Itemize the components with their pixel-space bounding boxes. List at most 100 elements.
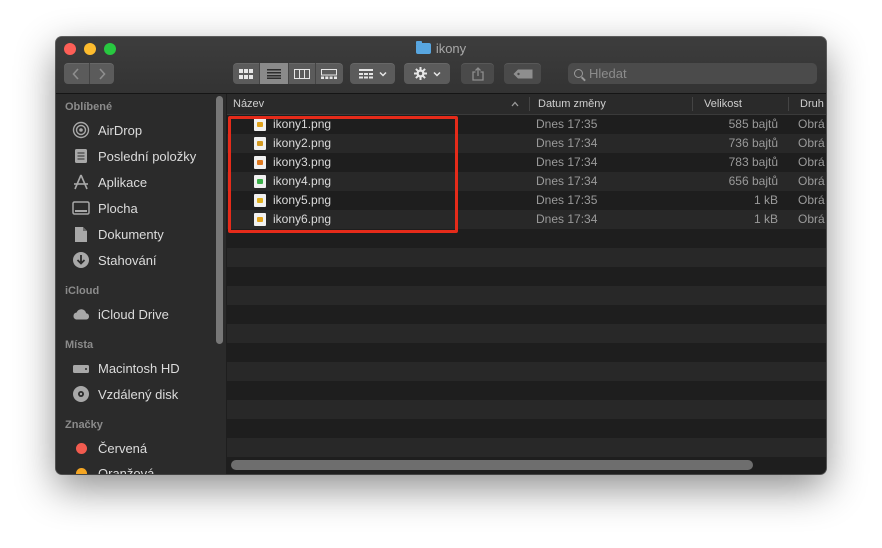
empty-row — [227, 267, 826, 286]
empty-row — [227, 286, 826, 305]
sidebar-item-icloud-drive[interactable]: iCloud Drive — [72, 303, 169, 325]
highlight-box — [228, 116, 458, 233]
recents-icon — [72, 147, 90, 165]
sidebar-item-remote-disk[interactable]: Vzdálený disk — [72, 383, 178, 405]
group-by-button[interactable] — [350, 63, 395, 84]
file-kind: Obrá — [798, 155, 825, 169]
file-size: 1 kB — [753, 212, 778, 226]
chevron-right-icon — [99, 67, 106, 80]
sidebar-heading-icloud: iCloud — [65, 285, 100, 297]
tag-icon — [513, 69, 532, 78]
applications-icon — [72, 173, 90, 191]
sidebar-item-tag-orange[interactable]: Oranžová — [72, 462, 154, 474]
sort-ascending-icon — [511, 101, 519, 107]
sidebar-heading-locations: Místa — [65, 339, 94, 351]
orange-tag-icon — [72, 464, 90, 474]
sidebar-item-label: Oranžová — [98, 465, 155, 475]
airdrop-icon — [72, 121, 90, 139]
action-button[interactable] — [404, 63, 450, 84]
back-button[interactable] — [64, 63, 90, 84]
list-icon — [266, 68, 281, 79]
file-size: 736 bajtů — [728, 136, 778, 150]
file-kind: Obrá — [798, 136, 825, 150]
sidebar-item-label: Stahování — [98, 252, 157, 268]
file-kind: Obrá — [798, 212, 825, 226]
sidebar-item-label: Dokumenty — [98, 226, 164, 242]
sidebar-heading-tags: Značky — [65, 419, 103, 431]
remote-disk-icon — [72, 385, 90, 403]
empty-row — [227, 248, 826, 267]
sidebar-item-label: Macintosh HD — [98, 360, 180, 376]
icon-view-button[interactable] — [233, 63, 261, 84]
view-mode-selector — [233, 63, 343, 84]
column-view-button[interactable] — [289, 63, 316, 84]
column-header-name-label: Název — [233, 98, 265, 110]
cloud-icon — [72, 305, 90, 323]
sidebar-item-label: AirDrop — [98, 122, 143, 138]
list-view-button[interactable] — [260, 63, 289, 84]
share-icon — [471, 66, 484, 81]
sidebar-item-tag-red[interactable]: Červená — [72, 437, 147, 459]
sidebar-item-recents[interactable]: Poslední položky — [72, 145, 196, 167]
list-header: Název Datum změny Velikost Druh — [227, 94, 826, 115]
column-header-date[interactable]: Datum změny — [538, 94, 606, 114]
sidebar-item-label: iCloud Drive — [98, 306, 169, 322]
empty-row — [227, 400, 826, 419]
sidebar-item-label: Poslední položky — [98, 148, 197, 164]
file-size: 1 kB — [753, 193, 778, 207]
sidebar-item-label: Červená — [98, 440, 148, 456]
search-field[interactable]: Hledat — [568, 63, 817, 84]
columns-icon — [293, 68, 310, 79]
sidebar-item-label: Plocha — [98, 200, 138, 216]
empty-row — [227, 381, 826, 400]
sidebar-item-label: Vzdálený disk — [98, 386, 179, 402]
desktop-icon — [72, 199, 90, 217]
column-separator — [788, 97, 789, 111]
file-size: 783 bajtů — [728, 155, 778, 169]
column-header-name[interactable]: Název — [233, 94, 523, 114]
chevron-down-icon — [432, 71, 441, 77]
sidebar-item-documents[interactable]: Dokumenty — [72, 223, 164, 245]
column-header-kind[interactable]: Druh — [800, 94, 824, 114]
column-header-size[interactable]: Velikost — [704, 94, 742, 114]
file-date: Dnes 17:34 — [536, 155, 598, 169]
window-title-text: ikony — [435, 41, 467, 56]
documents-icon — [72, 225, 90, 243]
gallery-view-button[interactable] — [316, 63, 343, 84]
file-date: Dnes 17:34 — [536, 174, 598, 188]
forward-button[interactable] — [90, 63, 115, 84]
sidebar-item-applications[interactable]: Aplikace — [72, 171, 147, 193]
sidebar-heading-favorites: Oblíbené — [65, 101, 113, 113]
sidebar-scrollbar[interactable] — [216, 96, 223, 344]
share-button[interactable] — [461, 63, 494, 84]
navigation-buttons — [64, 63, 114, 84]
window-title: ikony — [56, 41, 826, 57]
group-icon — [358, 68, 373, 78]
sidebar-item-downloads[interactable]: Stahování — [72, 249, 157, 271]
horizontal-scrollbar[interactable] — [231, 460, 753, 470]
title-bar: ikony Hledat — [56, 37, 826, 94]
sidebar-item-macintosh-hd[interactable]: Macintosh HD — [72, 357, 180, 379]
finder-window: ikony Hledat Oblíbené AirDrop Poslední p… — [56, 37, 826, 474]
file-size: 656 bajtů — [728, 174, 778, 188]
red-tag-icon — [72, 439, 90, 457]
sidebar-item-airdrop[interactable]: AirDrop — [72, 119, 142, 141]
search-icon — [574, 69, 583, 78]
empty-row — [227, 305, 826, 324]
gallery-icon — [321, 68, 338, 79]
chevron-down-icon — [378, 71, 387, 77]
folder-icon — [415, 41, 431, 54]
file-kind: Obrá — [798, 117, 825, 131]
gear-icon — [413, 67, 427, 80]
grid-icon — [239, 68, 254, 79]
column-separator — [529, 97, 530, 111]
file-kind: Obrá — [798, 193, 825, 207]
column-separator — [692, 97, 693, 111]
downloads-icon — [72, 251, 90, 269]
file-size: 585 bajtů — [728, 117, 778, 131]
empty-row — [227, 419, 826, 438]
sidebar: Oblíbené AirDrop Poslední položky Aplika… — [56, 94, 226, 474]
sidebar-item-label: Aplikace — [98, 174, 148, 190]
edit-tags-button[interactable] — [504, 63, 541, 84]
sidebar-item-desktop[interactable]: Plocha — [72, 197, 138, 219]
